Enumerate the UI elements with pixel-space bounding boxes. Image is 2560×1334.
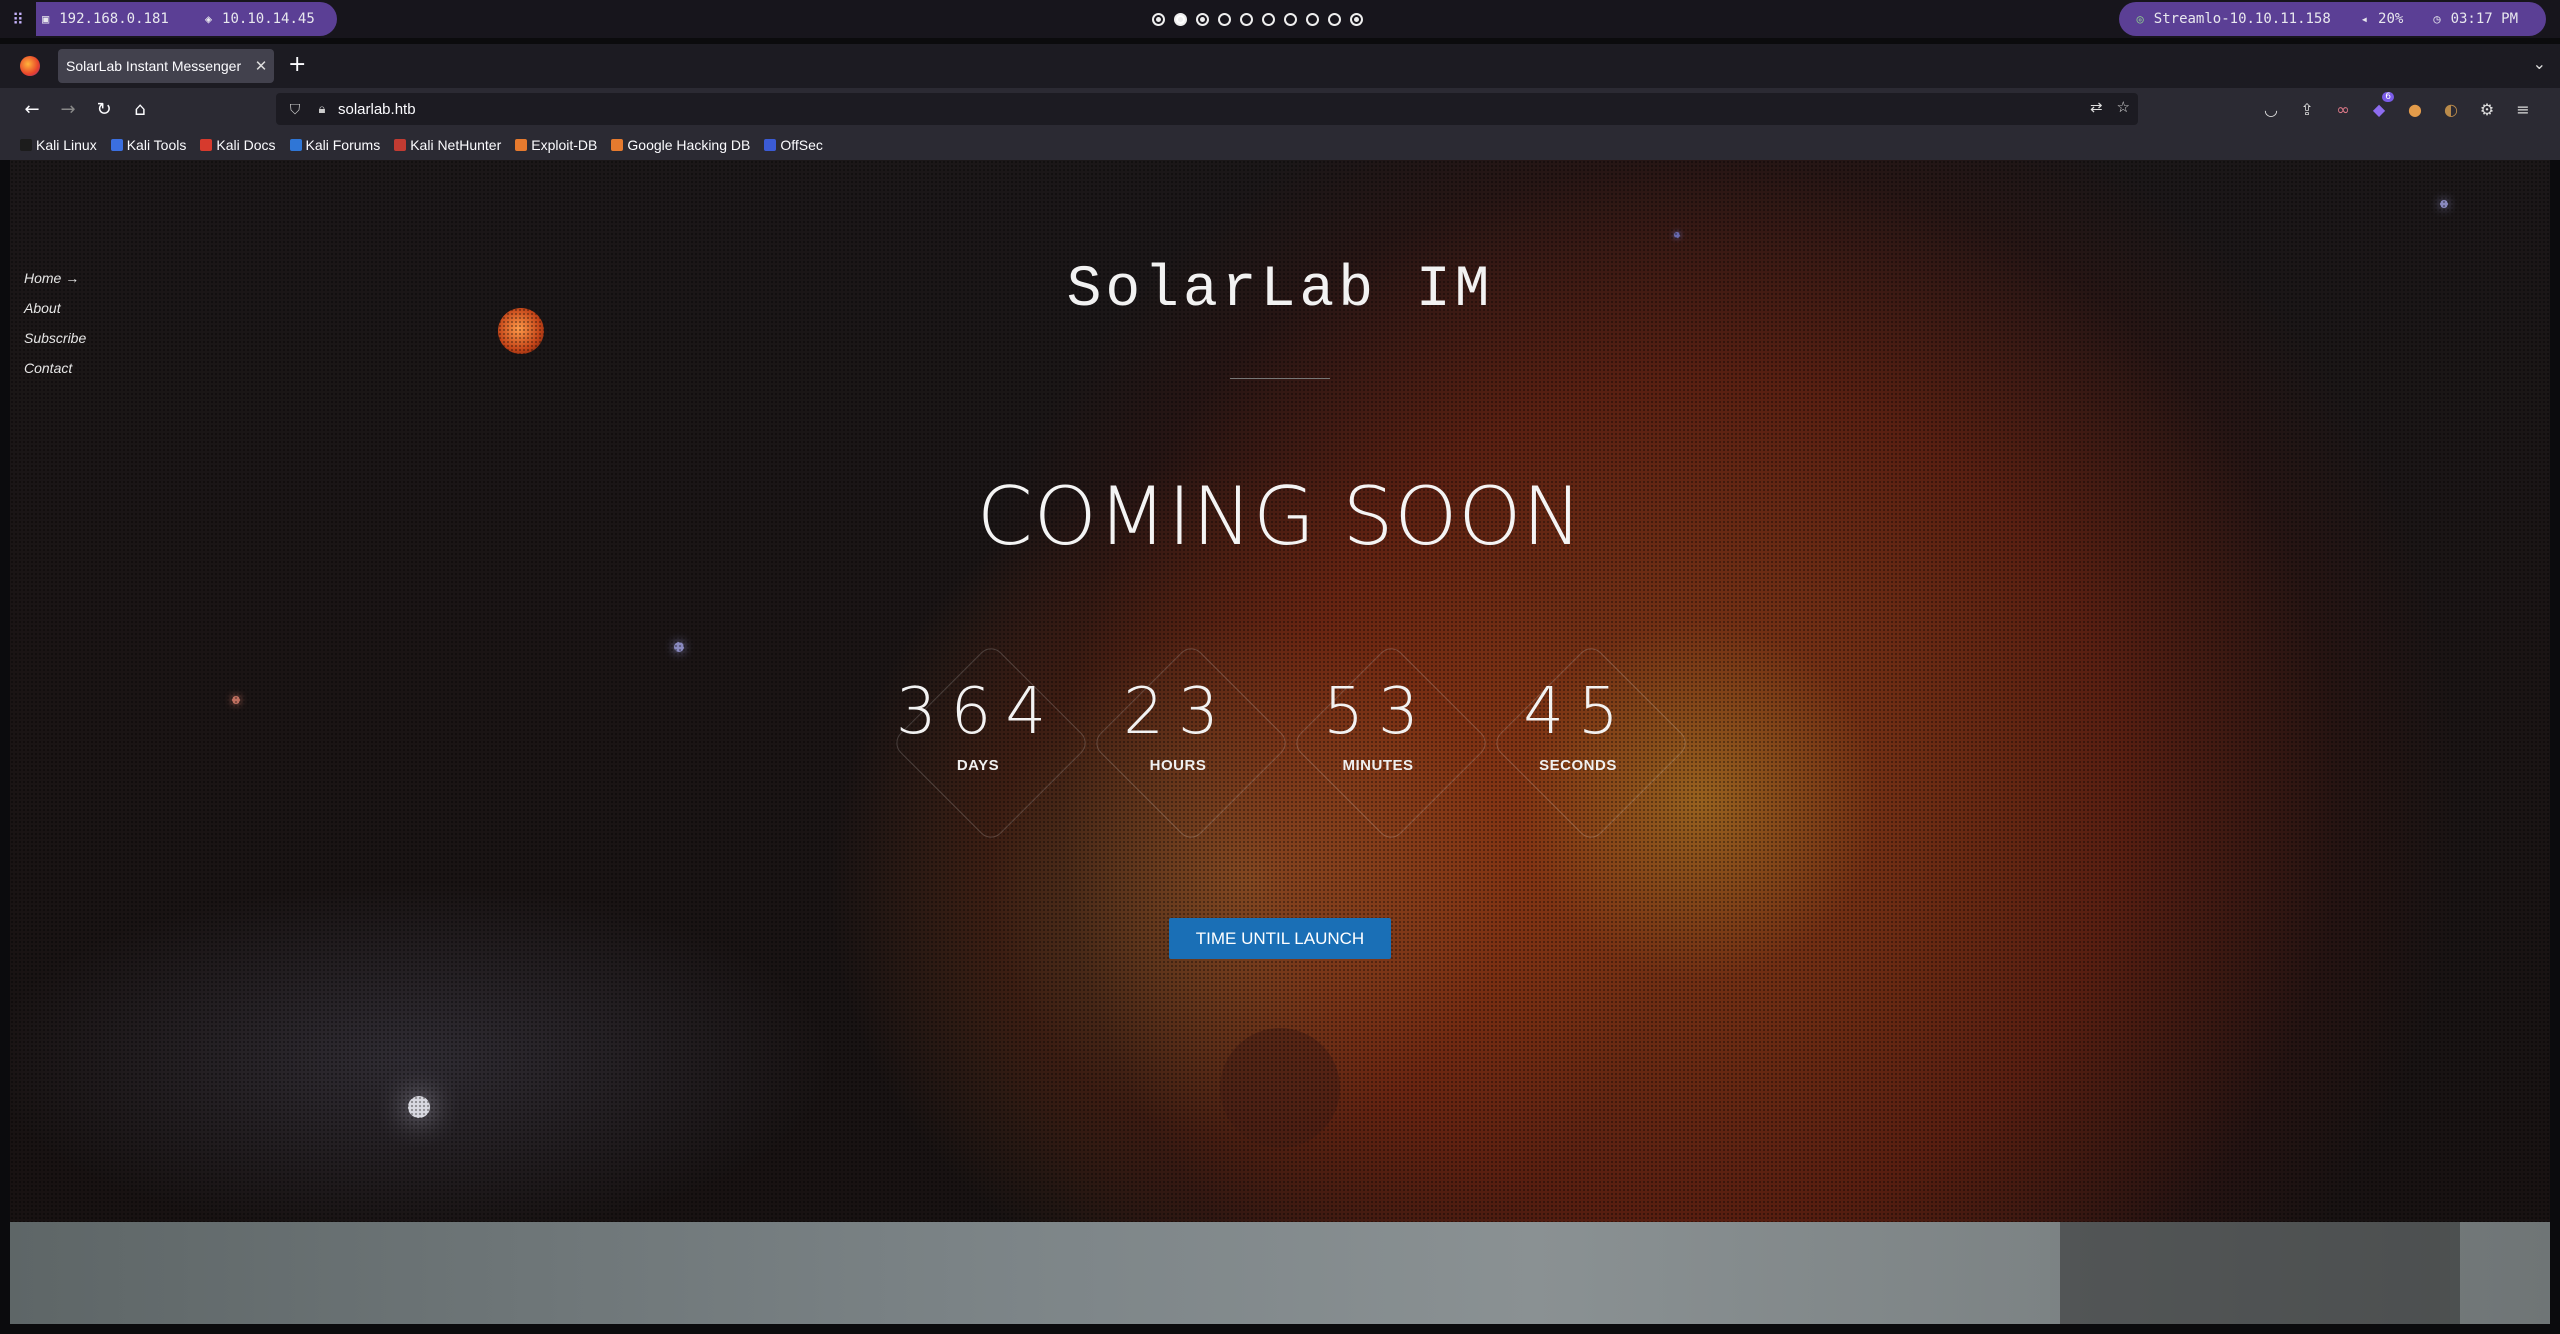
page-viewport: Home → About Subscribe Contact SolarLab … xyxy=(10,160,2550,1324)
countdown-label: SECONDS xyxy=(1539,757,1617,774)
bookmarks-bar: Kali Linux Kali Tools Kali Docs Kali For… xyxy=(0,130,2560,160)
bookmark-kali-nethunter[interactable]: Kali NetHunter xyxy=(394,137,501,153)
countdown-label: DAYS xyxy=(956,757,1000,774)
firefox-icon xyxy=(20,56,40,76)
extension-shield-icon[interactable]: ◆ 6 xyxy=(2368,92,2394,120)
monitor-icon: ▣ xyxy=(42,12,50,26)
countdown-value: 45 xyxy=(1523,675,1633,749)
vpn-ip: ◈ 10.10.14.45 xyxy=(204,11,315,27)
menu-icon[interactable]: ≡ xyxy=(2512,98,2534,120)
toolbar-extensions: ◡ ⇪ ∞ ◆ 6 ● ◐ ⚙ ≡ xyxy=(2260,92,2534,120)
navigation-bar: ← → ↻ ⌂ ⛉ 🔒︎ solarlab.htb ⇄ ☆ ◡ ⇪ ∞ ◆ 6 ●… xyxy=(0,88,2560,130)
workspace-switcher xyxy=(1152,0,1363,38)
bookmark-kali-linux[interactable]: Kali Linux xyxy=(20,137,97,153)
tab-title: SolarLab Instant Messenger xyxy=(66,58,242,74)
nav-subscribe-link[interactable]: Subscribe xyxy=(24,323,86,353)
workspace-1[interactable] xyxy=(1152,12,1165,26)
workspace-4[interactable] xyxy=(1218,12,1231,26)
countdown-value: 53 xyxy=(1323,675,1433,749)
clock: ◷ 03:17 PM xyxy=(2433,11,2518,27)
exploit-db-icon xyxy=(515,139,528,151)
fox-icon[interactable]: ◐ xyxy=(2440,98,2462,120)
share-icon[interactable]: ⇪ xyxy=(2296,98,2318,120)
nav-contact-link[interactable]: Contact xyxy=(24,353,86,383)
kali-icon xyxy=(20,139,32,151)
coming-soon-heading: COMING SOON xyxy=(976,470,1584,563)
bookmark-kali-docs[interactable]: Kali Docs xyxy=(200,137,276,153)
offsec-icon xyxy=(764,139,777,151)
pocket-icon[interactable]: ◡ xyxy=(2260,98,2282,120)
countdown-label: HOURS xyxy=(1149,757,1207,774)
kali-docs-icon xyxy=(200,139,213,151)
time-until-launch-button[interactable]: TIME UNTIL LAUNCH xyxy=(1169,918,1391,959)
bookmark-google-hacking-db[interactable]: Google Hacking DB xyxy=(611,137,750,153)
status-pill: ◎ Streamlo-10.10.11.158 ◂ 20% ◷ 03:17 PM xyxy=(2118,2,2546,36)
workspace-3[interactable] xyxy=(1196,12,1209,26)
target-indicator: ◎ Streamlo-10.10.11.158 xyxy=(2136,11,2331,27)
glasses-icon[interactable]: ∞ xyxy=(2332,98,2354,120)
app-menu-icon[interactable]: ⠿ xyxy=(0,0,36,38)
workspace-8[interactable] xyxy=(1306,12,1319,26)
network-pill: ▣ 192.168.0.181 ◈ 10.10.14.45 xyxy=(36,2,337,36)
countdown-timer: 364 DAYS 23 HOURS 53 MINUTES 45 SECONDS xyxy=(878,630,1692,844)
nethunter-icon xyxy=(394,139,407,151)
target-icon: ◎ xyxy=(2136,12,2144,26)
workspace-5[interactable] xyxy=(1240,12,1253,26)
new-tab-button[interactable]: + xyxy=(288,52,306,77)
lock-icon[interactable]: 🔒︎ xyxy=(314,101,330,117)
workspace-10[interactable] xyxy=(1350,12,1363,26)
ghdb-icon xyxy=(611,139,624,151)
shield-icon: ◈ xyxy=(204,12,213,26)
cookie-icon[interactable]: ● xyxy=(2404,98,2426,120)
title-divider xyxy=(1230,378,1330,379)
speaker-icon: ◂ xyxy=(2360,12,2369,26)
url-bar[interactable]: ⛉ 🔒︎ solarlab.htb ⇄ ☆ xyxy=(276,93,2138,125)
back-button[interactable]: ← xyxy=(18,96,46,122)
tab-active[interactable]: SolarLab Instant Messenger ✕ xyxy=(58,49,274,83)
home-button[interactable]: ⌂ xyxy=(126,96,154,122)
workspace-7[interactable] xyxy=(1284,12,1297,26)
bookmark-star-icon[interactable]: ☆ xyxy=(2117,98,2130,116)
close-icon[interactable]: ✕ xyxy=(248,57,274,75)
forward-button[interactable]: → xyxy=(54,96,82,122)
volume-indicator[interactable]: ◂ 20% xyxy=(2361,11,2404,27)
extension-badge: 6 xyxy=(2382,92,2394,102)
system-bar: ⠿ ▣ 192.168.0.181 ◈ 10.10.14.45 ◎ Stream… xyxy=(0,0,2560,38)
countdown-value: 23 xyxy=(1123,675,1233,749)
workspace-6[interactable] xyxy=(1262,12,1275,26)
tree-silhouette xyxy=(2060,1222,2460,1324)
kali-forums-icon xyxy=(289,139,302,151)
countdown-value: 364 xyxy=(895,675,1061,749)
bookmark-kali-tools[interactable]: Kali Tools xyxy=(110,137,186,153)
kali-tools-icon xyxy=(110,139,123,151)
workspace-2[interactable] xyxy=(1174,12,1187,26)
settings-icon[interactable]: ⚙ xyxy=(2476,98,2498,120)
countdown-hours: 23 HOURS xyxy=(1078,630,1292,844)
local-ip: ▣ 192.168.0.181 xyxy=(42,11,169,27)
countdown-label: MINUTES xyxy=(1342,757,1414,774)
clock-icon: ◷ xyxy=(2433,12,2441,26)
translate-icon[interactable]: ⇄ xyxy=(2090,98,2103,116)
countdown-days: 364 DAYS xyxy=(878,630,1092,844)
tracking-shield-icon[interactable]: ⛉ xyxy=(286,101,304,118)
reload-button[interactable]: ↻ xyxy=(90,96,118,122)
chevron-down-icon[interactable]: ⌄ xyxy=(2533,54,2546,73)
site-title: SolarLab IM xyxy=(1066,258,1494,323)
countdown-seconds: 45 SECONDS xyxy=(1478,630,1692,844)
countdown-minutes: 53 MINUTES xyxy=(1278,630,1492,844)
bookmark-exploit-db[interactable]: Exploit-DB xyxy=(515,137,597,153)
tab-bar: SolarLab Instant Messenger ✕ + ⌄ xyxy=(0,44,2560,88)
workspace-9[interactable] xyxy=(1328,12,1341,26)
bookmark-offsec[interactable]: OffSec xyxy=(764,137,823,153)
url-text[interactable]: solarlab.htb xyxy=(338,101,416,118)
bookmark-kali-forums[interactable]: Kali Forums xyxy=(289,137,380,153)
